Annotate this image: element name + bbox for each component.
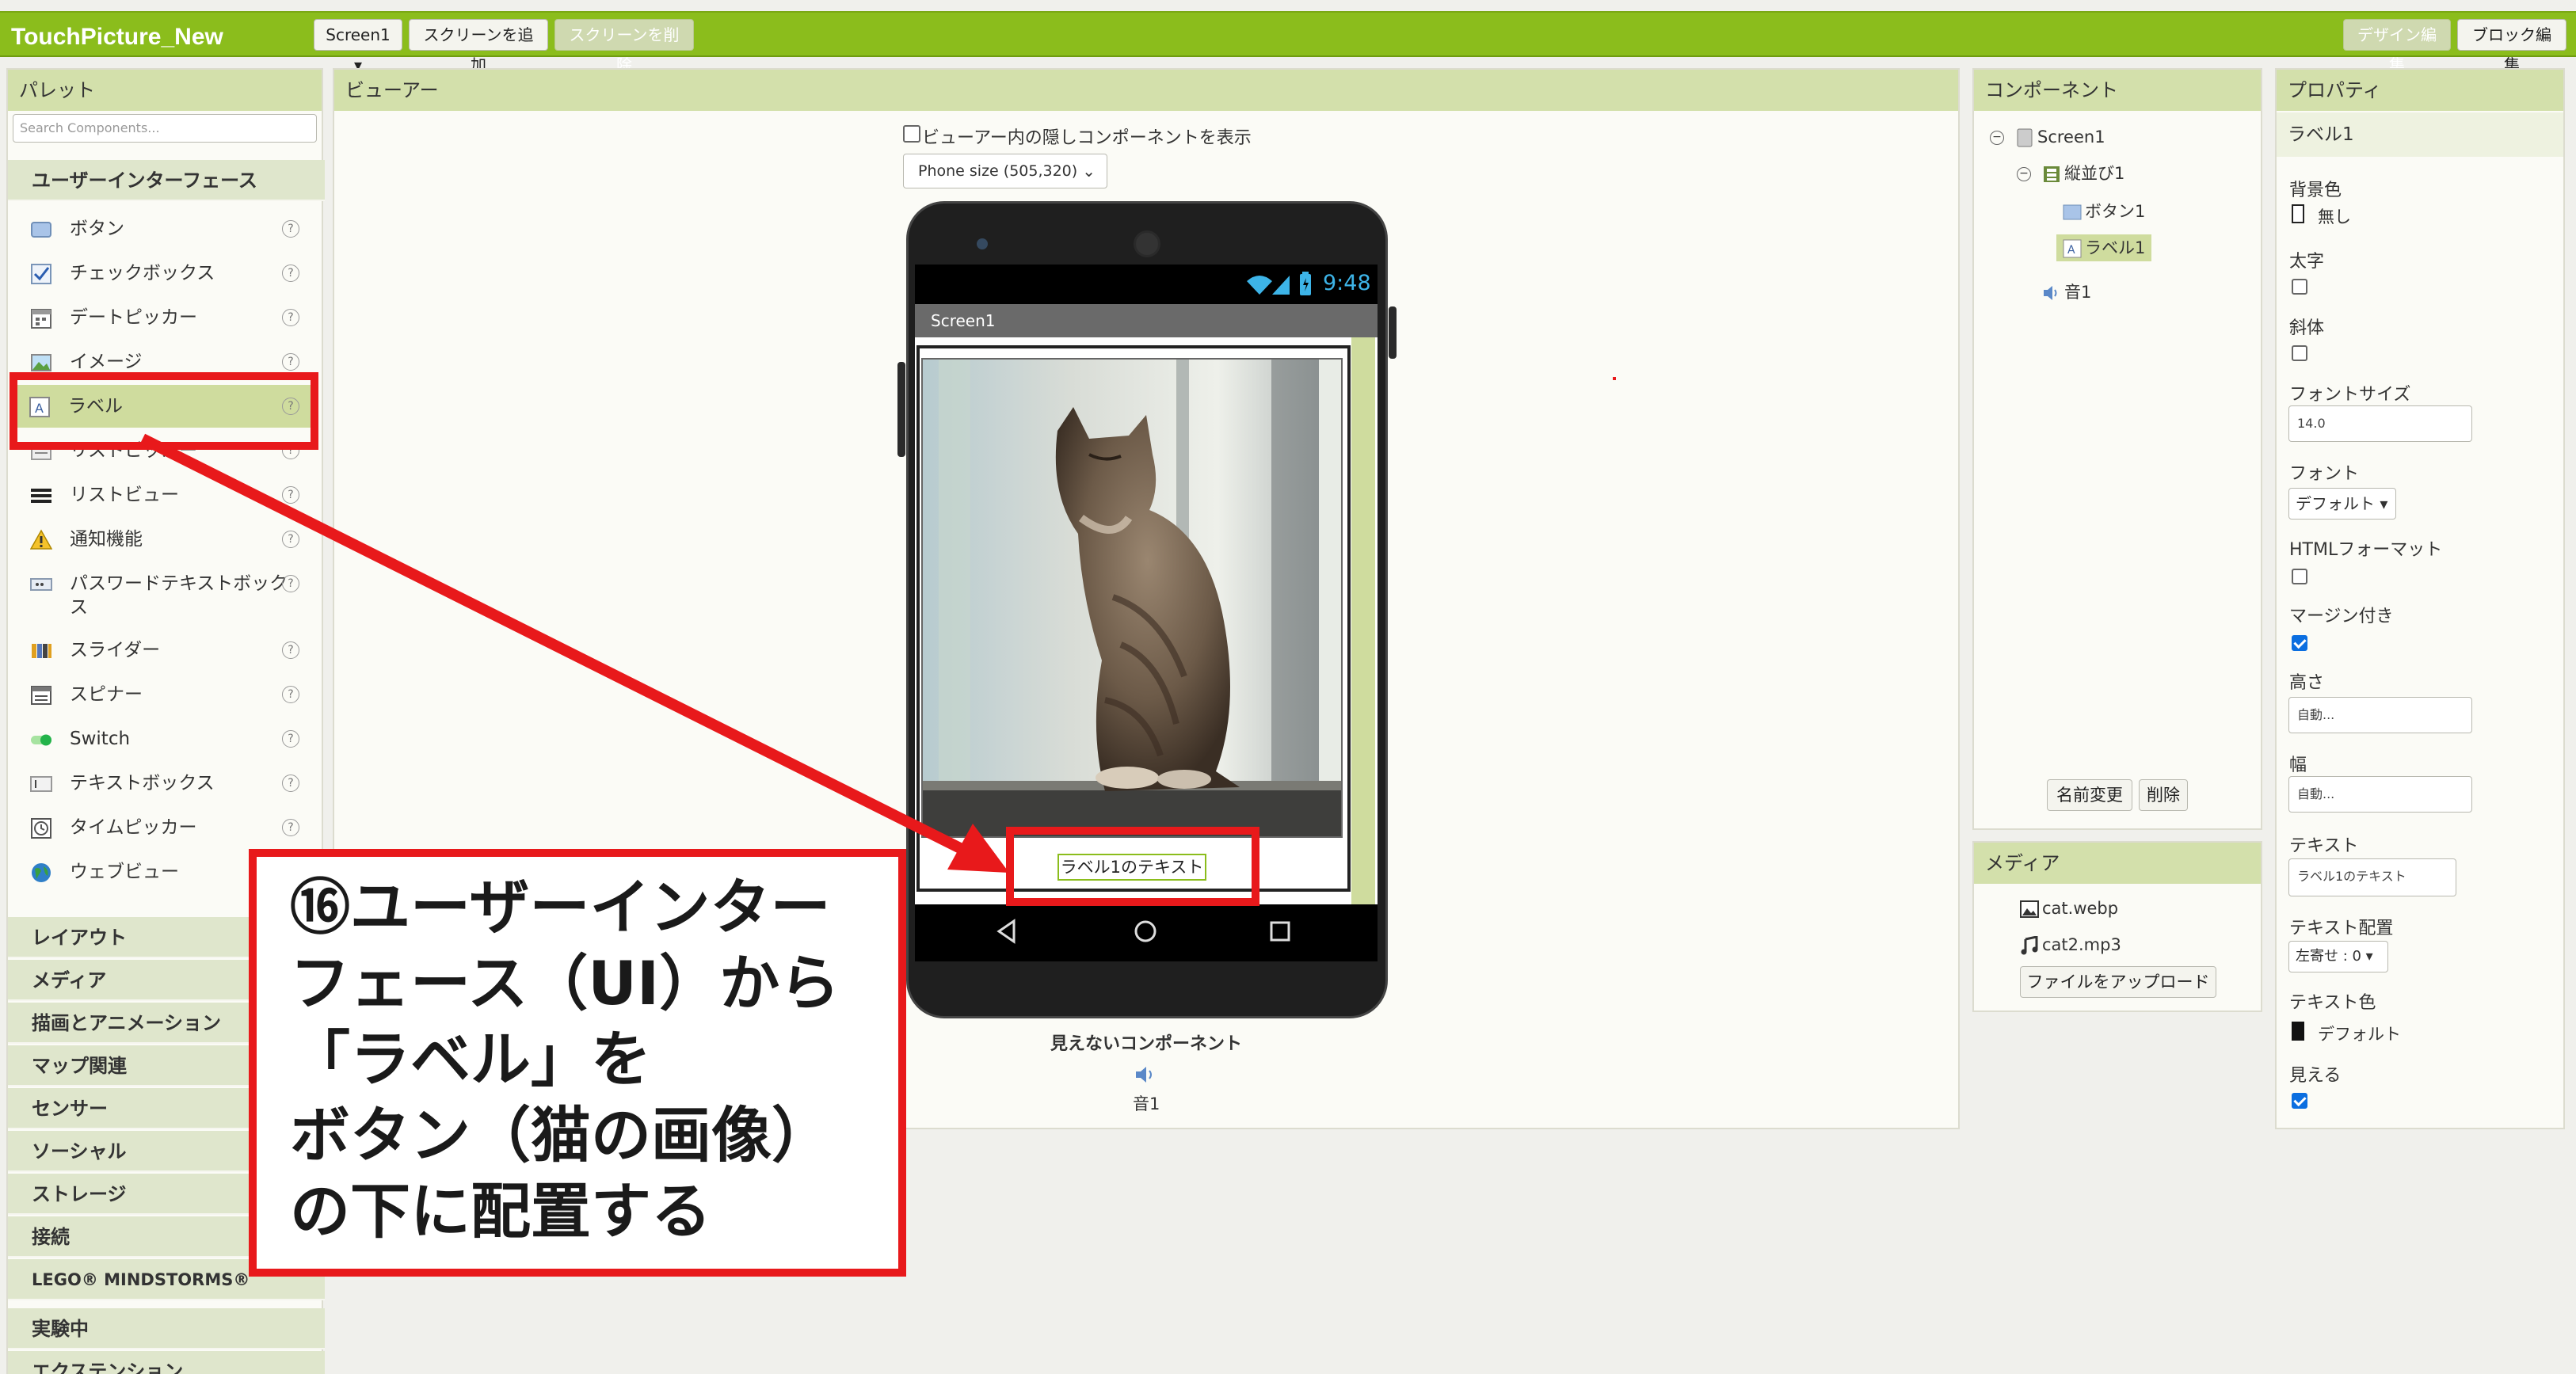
instruction-text: ⑯ユーザーインター フェース（UI）から 「ラベル」を ボタン（猫の画像） の下… — [290, 872, 840, 1246]
drag-arrow — [139, 433, 971, 858]
instruction-callout: ⑯ユーザーインター フェース（UI）から 「ラベル」を ボタン（猫の画像） の下… — [249, 849, 906, 1277]
